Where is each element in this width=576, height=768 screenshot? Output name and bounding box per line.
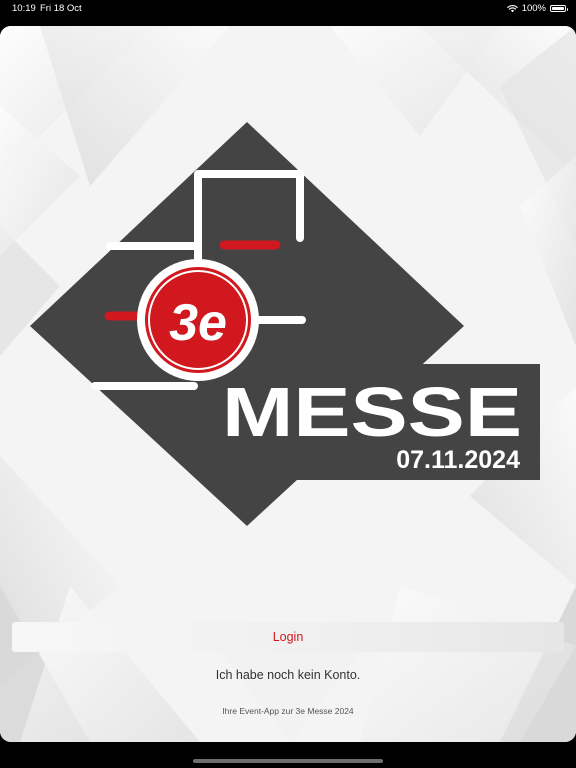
- no-account-link[interactable]: Ich habe noch kein Konto.: [0, 668, 576, 682]
- battery-percentage: 100%: [521, 3, 546, 14]
- login-button[interactable]: Login: [12, 622, 564, 652]
- logo-date: 07.11.2024: [396, 446, 520, 474]
- status-time: 10:19: [12, 3, 36, 14]
- battery-full-icon: [550, 5, 568, 12]
- wifi-icon: [506, 5, 518, 13]
- status-bar: 10:19 Fri 18 Oct 100%: [0, 0, 576, 20]
- status-date: Fri 18 Oct: [40, 3, 82, 14]
- app-sheet: 3e MESSE 07.11.2024 Login Ich habe noch …: [0, 26, 576, 742]
- logo-badge-text: 3e: [169, 294, 227, 352]
- footer-tagline: Ihre Event-App zur 3e Messe 2024: [222, 706, 354, 716]
- logo-title: MESSE: [222, 373, 522, 451]
- status-indicators: 100%: [506, 3, 568, 14]
- home-indicator[interactable]: [193, 759, 383, 763]
